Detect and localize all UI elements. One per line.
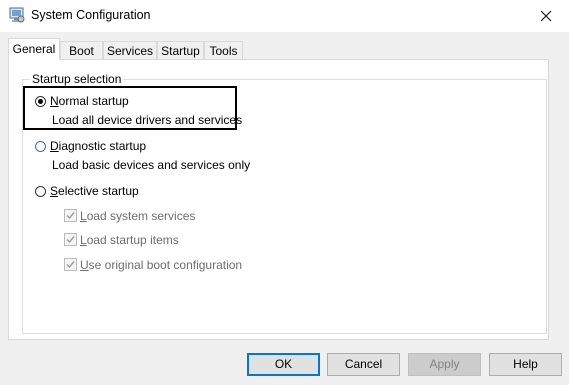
close-button[interactable] [523, 0, 569, 32]
tab-startup[interactable]: Startup [157, 41, 204, 59]
selective-startup-label[interactable]: Selective startup [50, 184, 139, 198]
label-text: oad system services [86, 209, 196, 223]
load-startup-items-checkbox[interactable] [64, 233, 77, 246]
load-system-services-checkbox[interactable] [64, 209, 77, 222]
normal-startup-label[interactable]: Normal startup [50, 94, 129, 108]
diagnostic-startup-radio[interactable] [35, 141, 46, 152]
load-system-services-label[interactable]: Load system services [80, 209, 195, 223]
cancel-button[interactable]: Cancel [327, 353, 400, 376]
label-text: ormal startup [58, 94, 129, 108]
checkmark-icon [66, 261, 75, 269]
mnemonic: D [50, 139, 59, 153]
normal-startup-description: Load all device drivers and services [52, 113, 243, 127]
use-original-boot-config-checkbox[interactable] [64, 258, 77, 271]
tab-services[interactable]: Services [103, 41, 157, 59]
mnemonic: U [80, 258, 89, 272]
load-startup-items-label[interactable]: Load startup items [80, 233, 179, 247]
use-original-boot-config-label[interactable]: Use original boot configuration [80, 258, 242, 272]
group-title: Startup selection [30, 72, 124, 86]
mnemonic: N [50, 94, 59, 108]
normal-startup-radio[interactable] [35, 96, 46, 107]
msconfig-icon [9, 7, 25, 23]
window-title: System Configuration [31, 8, 151, 22]
title-bar[interactable]: System Configuration [0, 0, 569, 32]
apply-button[interactable]: Apply [408, 353, 481, 376]
selective-startup-radio[interactable] [35, 186, 46, 197]
diagnostic-startup-label[interactable]: Diagnostic startup [50, 139, 146, 153]
system-configuration-window: System Configuration General Boot Servic… [0, 0, 569, 385]
mnemonic: L [80, 233, 87, 247]
tab-boot[interactable]: Boot [60, 41, 103, 59]
label-text: se original boot configuration [88, 258, 243, 272]
tab-general[interactable]: General [8, 38, 60, 60]
diagnostic-startup-description: Load basic devices and services only [52, 158, 251, 172]
tab-tools[interactable]: Tools [204, 41, 243, 59]
checkmark-icon [66, 236, 75, 244]
mnemonic: S [50, 184, 59, 198]
label-text: elective startup [58, 184, 139, 198]
label-text: iagnostic startup [58, 139, 147, 153]
close-icon [540, 10, 552, 22]
mnemonic: L [80, 209, 87, 223]
radio-selected-dot [38, 99, 43, 104]
help-button[interactable]: Help [489, 353, 562, 376]
label-text: oad startup items [86, 233, 179, 247]
ok-button[interactable]: OK [247, 353, 320, 376]
checkmark-icon [66, 212, 75, 220]
